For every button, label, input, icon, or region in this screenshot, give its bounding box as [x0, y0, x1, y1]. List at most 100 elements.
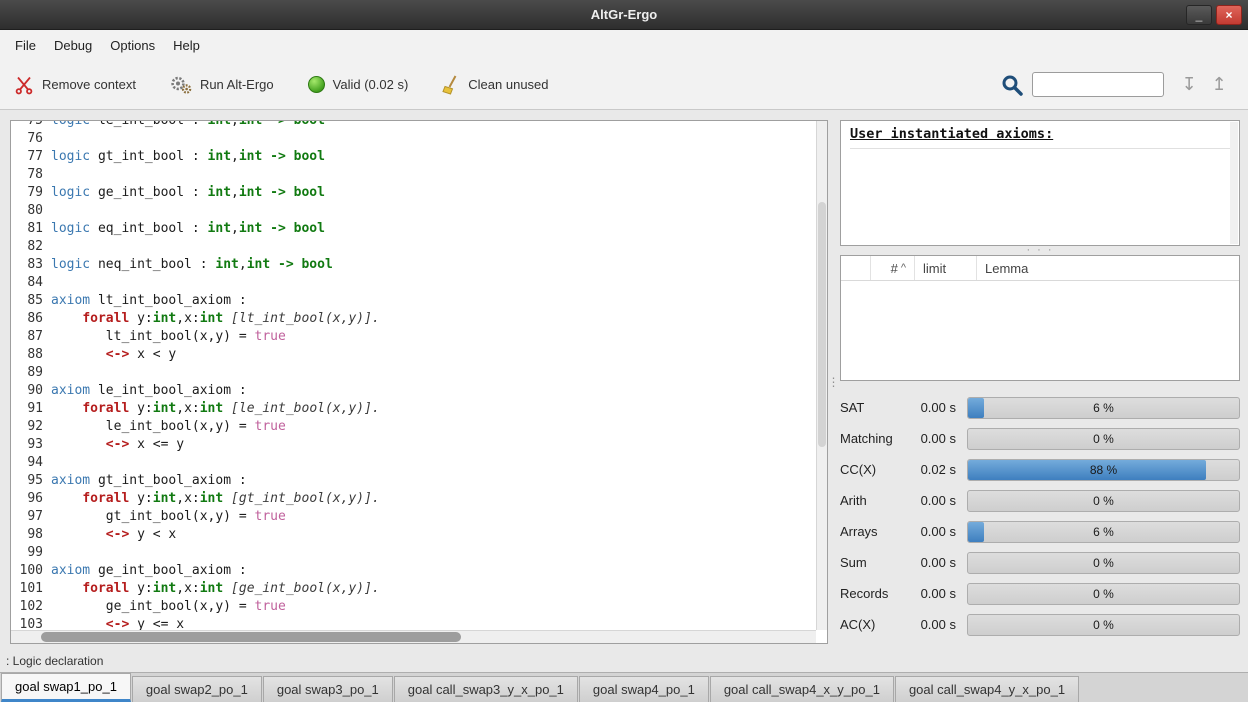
line-number: 90 — [11, 382, 51, 400]
code-text: logic neq_int_bool : int,int -> bool — [51, 256, 333, 274]
stat-percent-label: 0 % — [968, 584, 1239, 604]
code-text: forall y:int,x:int [ge_int_bool(x,y)]. — [51, 580, 380, 598]
stat-name: Arith — [840, 493, 906, 508]
code-text: logic gt_int_bool : int,int -> bool — [51, 148, 325, 166]
run-alt-ergo-button[interactable]: Run Alt-Ergo — [170, 75, 274, 95]
stat-time: 0.00 s — [906, 586, 956, 601]
close-button[interactable]: × — [1216, 5, 1242, 25]
line-number: 87 — [11, 328, 51, 346]
code-line-82: 82 — [11, 238, 816, 256]
tab-goal-swap1-po-1[interactable]: goal swap1_po_1 — [1, 673, 131, 702]
code-line-93: 93 <-> x <= y — [11, 436, 816, 454]
menu-item-help[interactable]: Help — [164, 32, 209, 59]
search-input[interactable] — [1032, 72, 1164, 97]
code-line-98: 98 <-> y < x — [11, 526, 816, 544]
stat-time: 0.00 s — [906, 493, 956, 508]
stat-time: 0.00 s — [906, 431, 956, 446]
line-number: 82 — [11, 238, 51, 256]
splitter-handle-icon: ⋮ — [828, 375, 841, 389]
line-number: 100 — [11, 562, 51, 580]
line-number: 89 — [11, 364, 51, 382]
stat-name: Matching — [840, 431, 906, 446]
axioms-panel-title: User instantiated axioms: — [850, 126, 1230, 149]
column-number-label: # — [891, 261, 898, 276]
axioms-scrollbar[interactable] — [1230, 122, 1238, 244]
line-number: 80 — [11, 202, 51, 220]
line-number: 98 — [11, 526, 51, 544]
column-header-limit[interactable]: limit — [915, 256, 977, 280]
tab-goal-swap4-po-1[interactable]: goal swap4_po_1 — [579, 676, 709, 702]
line-number: 76 — [11, 130, 51, 148]
stat-row-matching: Matching0.00 s0 % — [840, 423, 1240, 454]
line-number: 83 — [11, 256, 51, 274]
code-text: forall y:int,x:int [lt_int_bool(x,y)]. — [51, 310, 380, 328]
column-header-lemma[interactable]: Lemma — [977, 256, 1239, 280]
line-number: 93 — [11, 436, 51, 454]
statusbar: : Logic declaration — [0, 650, 1248, 672]
gears-icon — [170, 75, 192, 95]
tab-goal-call-swap4-x-y-po-1[interactable]: goal call_swap4_x_y_po_1 — [710, 676, 894, 702]
tab-goal-call-swap4-y-x-po-1[interactable]: goal call_swap4_y_x_po_1 — [895, 676, 1079, 702]
code-text: axiom gt_int_bool_axiom : — [51, 472, 247, 490]
remove-context-button[interactable]: Remove context — [14, 75, 136, 95]
menu-item-debug[interactable]: Debug — [45, 32, 101, 59]
menu-item-options[interactable]: Options — [101, 32, 164, 59]
code-text: forall y:int,x:int [le_int_bool(x,y)]. — [51, 400, 380, 418]
code-line-99: 99 — [11, 544, 816, 562]
menu-item-file[interactable]: File — [6, 32, 45, 59]
code-text: <-> x < y — [51, 346, 176, 364]
stat-time: 0.02 s — [906, 462, 956, 477]
horizontal-scrollbar-thumb[interactable] — [41, 632, 461, 642]
stat-percent-label: 6 % — [968, 522, 1239, 542]
stat-row-arrays: Arrays0.00 s6 % — [840, 516, 1240, 547]
tab-goal-swap2-po-1[interactable]: goal swap2_po_1 — [132, 676, 262, 702]
line-number: 102 — [11, 598, 51, 616]
line-number: 92 — [11, 418, 51, 436]
tab-goal-call-swap3-y-x-po-1[interactable]: goal call_swap3_y_x_po_1 — [394, 676, 578, 702]
line-number: 77 — [11, 148, 51, 166]
search-next-button[interactable]: ↧ — [1174, 71, 1204, 99]
stat-row-cc-x-: CC(X)0.02 s 88 % — [840, 454, 1240, 485]
goal-tabbar: goal swap1_po_1goal swap2_po_1goal swap3… — [0, 672, 1248, 702]
code-line-80: 80 — [11, 202, 816, 220]
clean-unused-label: Clean unused — [468, 77, 548, 92]
clean-unused-button[interactable]: Clean unused — [442, 75, 548, 95]
window-controls: _ × — [1186, 5, 1242, 25]
code-line-84: 84 — [11, 274, 816, 292]
column-header-number[interactable]: # ^ — [871, 256, 915, 280]
stat-name: CC(X) — [840, 462, 906, 477]
stat-time: 0.00 s — [906, 617, 956, 632]
code-line-91: 91 forall y:int,x:int [le_int_bool(x,y)]… — [11, 400, 816, 418]
stat-percent-label: 0 % — [968, 553, 1239, 573]
stat-row-records: Records0.00 s0 % — [840, 578, 1240, 609]
stat-name: Sum — [840, 555, 906, 570]
pane-splitter[interactable]: ⋮ — [828, 120, 840, 644]
line-number: 75 — [11, 121, 51, 130]
search-prev-button[interactable]: ↥ — [1204, 71, 1234, 99]
menubar: FileDebugOptionsHelp — [0, 30, 1248, 60]
code-line-83: 83logic neq_int_bool : int,int -> bool — [11, 256, 816, 274]
code-line-96: 96 forall y:int,x:int [gt_int_bool(x,y)]… — [11, 490, 816, 508]
minimize-button[interactable]: _ — [1186, 5, 1212, 25]
tab-goal-swap3-po-1[interactable]: goal swap3_po_1 — [263, 676, 393, 702]
editor-vertical-scrollbar[interactable] — [816, 121, 827, 630]
stat-progressbar: 88 % — [967, 459, 1240, 481]
lemmas-table: # ^ limit Lemma — [840, 255, 1240, 381]
stat-time: 0.00 s — [906, 400, 956, 415]
code-text: <-> x <= y — [51, 436, 184, 454]
code-line-101: 101 forall y:int,x:int [ge_int_bool(x,y)… — [11, 580, 816, 598]
code-text: <-> y <= x — [51, 616, 184, 630]
stat-row-sat: SAT0.00 s6 % — [840, 392, 1240, 423]
line-number: 88 — [11, 346, 51, 364]
sort-indicator-icon: ^ — [901, 262, 906, 274]
code-editor[interactable]: 75logic le_int_bool : int,int -> bool767… — [10, 120, 828, 644]
editor-horizontal-scrollbar[interactable] — [11, 630, 816, 643]
axioms-table-splitter[interactable]: · · · — [840, 246, 1240, 255]
code-line-85: 85axiom lt_int_bool_axiom : — [11, 292, 816, 310]
vertical-scrollbar-thumb[interactable] — [818, 202, 826, 446]
stat-progressbar: 6 % — [967, 521, 1240, 543]
code-line-79: 79logic ge_int_bool : int,int -> bool — [11, 184, 816, 202]
stat-progressbar: 0 % — [967, 552, 1240, 574]
line-number: 101 — [11, 580, 51, 598]
code-line-75: 75logic le_int_bool : int,int -> bool — [11, 121, 816, 130]
